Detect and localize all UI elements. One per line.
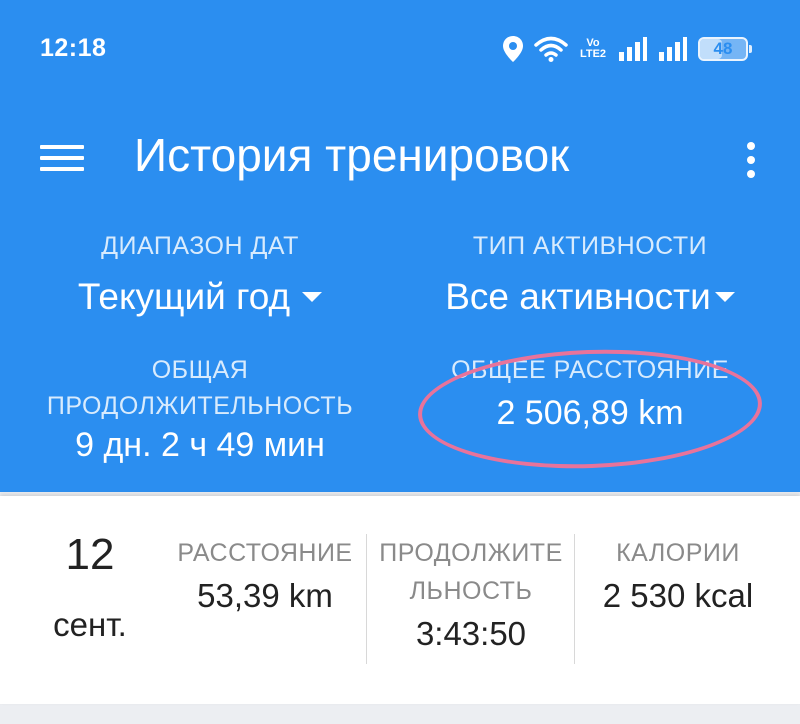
workout-duration-value: 3:43:50 [415,615,527,652]
workout-duration: ПРОДОЛЖИТЕ ЛЬНОСТЬ 3:43:50 [368,534,574,658]
activity-type-label: ТИП АКТИВНОСТИ [472,232,708,260]
activity-type-dropdown[interactable]: Все активности [445,276,735,318]
workout-calories-label: КАЛОРИИ [616,539,740,567]
total-duration-label-line1: ОБЩАЯ [151,356,249,384]
workout-month: сент. [53,606,127,643]
date-range-dropdown[interactable]: Текущий год [77,276,323,318]
hamburger-menu-icon[interactable] [34,136,90,180]
battery-level: 48 [713,39,733,58]
column-divider [366,534,367,664]
workout-calories-value: 2 530 kcal [602,577,754,614]
total-duration-stat: ОБЩАЯ ПРОДОЛЖИТЕЛЬНОСТЬ 9 дн. 2 ч 49 мин [0,352,400,465]
column-divider [574,534,575,664]
date-range-value: Текущий год [77,276,291,317]
volte-icon: Vo LTE2 [579,37,607,60]
workout-card[interactable]: 12 сент. РАССТОЯНИЕ 53,39 km ПРОДОЛЖИТЕ … [0,496,800,704]
page-title: История тренировок [134,129,570,181]
wifi-icon [534,36,568,62]
app-header: 12:18 Vo LTE2 48 История тренировок ДИАП… [0,0,800,492]
battery-icon: 48 [698,37,752,61]
location-icon [503,36,523,62]
workout-day: 12 [65,530,115,579]
workout-duration-label-line2: ЛЬНОСТЬ [409,577,533,605]
date-range-filter: ДИАПАЗОН ДАТ Текущий год [0,228,400,318]
status-icons: Vo LTE2 48 [502,32,752,66]
date-range-label: ДИАПАЗОН ДАТ [101,232,299,260]
signal-icon [619,37,647,61]
workout-distance-label: РАССТОЯНИЕ [177,539,353,567]
dropdown-caret-icon [714,292,735,302]
dropdown-caret-icon [302,292,323,302]
activity-type-filter: ТИП АКТИВНОСТИ Все активности [390,228,790,318]
workout-distance: РАССТОЯНИЕ 53,39 km [172,534,358,620]
signal-icon [659,37,687,61]
workout-calories: КАЛОРИИ 2 530 kcal [578,534,778,620]
workout-duration-label-line1: ПРОДОЛЖИТЕ [379,539,563,567]
activity-type-value: Все активности [445,276,711,317]
workout-distance-value: 53,39 km [197,577,333,614]
total-duration-value: 9 дн. 2 ч 49 мин [75,426,325,464]
more-vert-icon[interactable] [736,136,766,184]
status-time: 12:18 [40,34,107,62]
total-duration-label-line2: ПРОДОЛЖИТЕЛЬНОСТЬ [46,392,354,420]
